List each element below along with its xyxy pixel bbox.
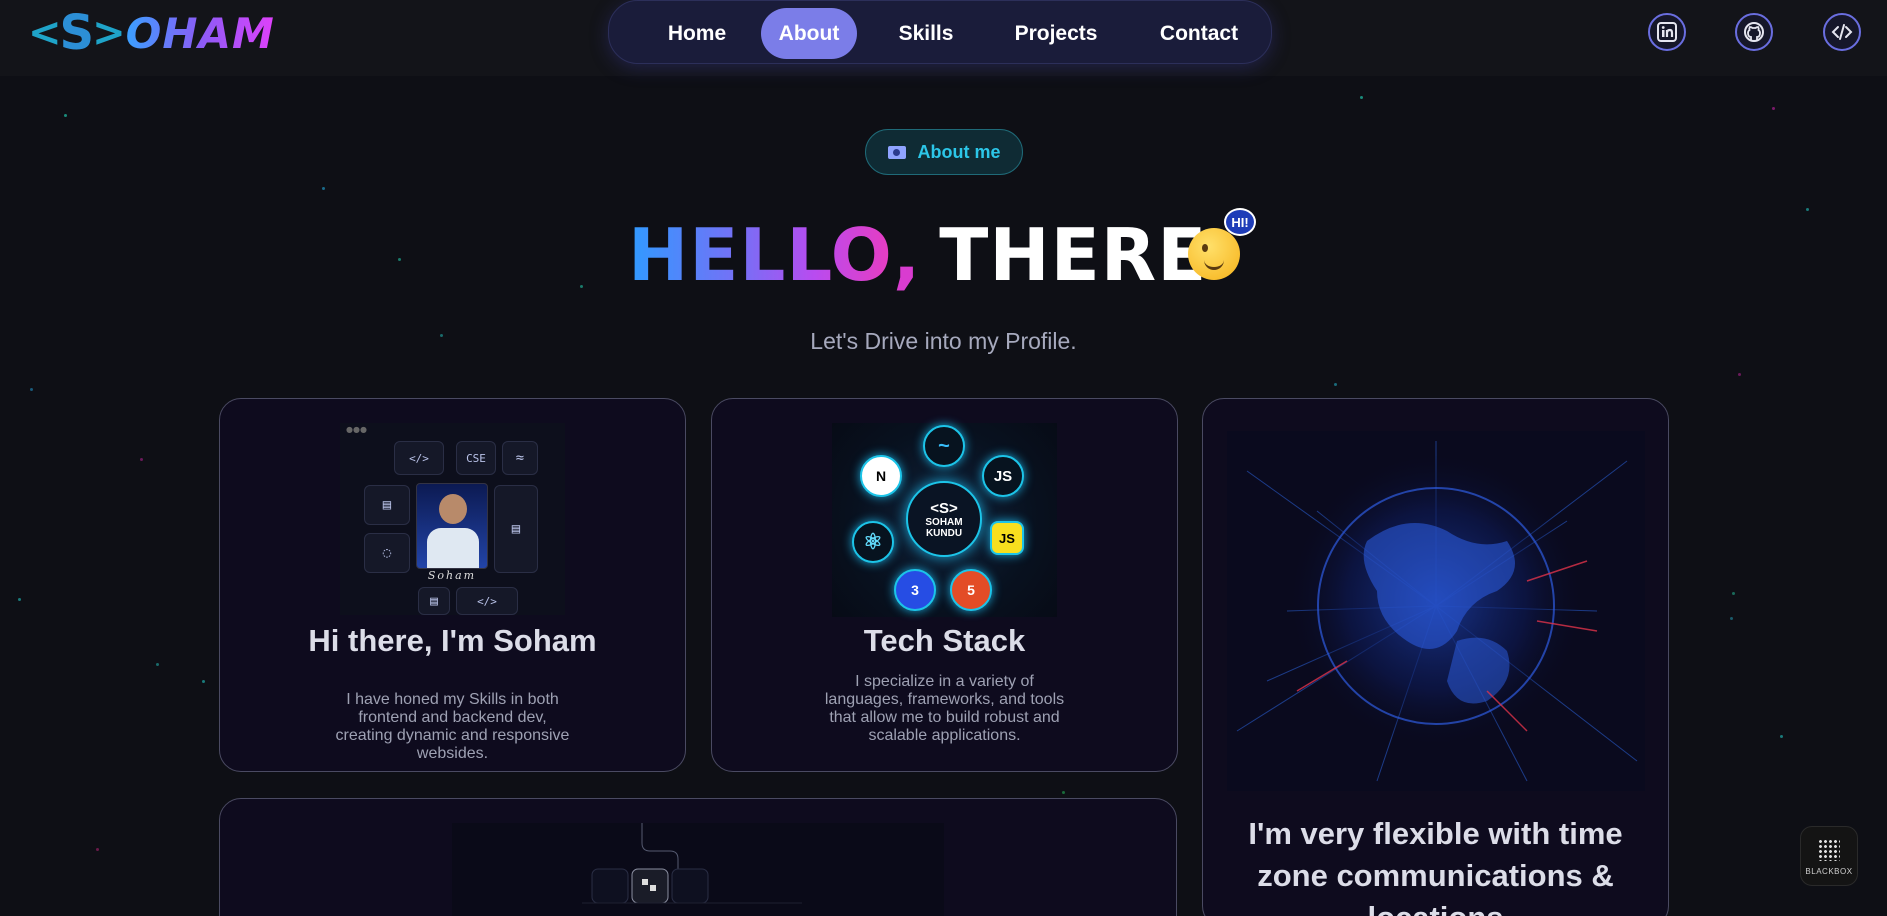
linkedin-icon (1657, 22, 1677, 42)
main-nav: Home About Skills Projects Contact (608, 0, 1272, 64)
site-header: < S > OHAM Home About Skills Projects Co… (0, 0, 1887, 76)
star (398, 258, 401, 261)
about-me-badge: About me (865, 129, 1023, 175)
nav-home[interactable]: Home (645, 8, 749, 59)
github-icon (1744, 22, 1764, 42)
react-icon: ⚛ (852, 521, 894, 563)
star (140, 458, 143, 461)
title-hello: HELLO (628, 213, 893, 297)
page-title: HELLO , THERE (628, 210, 1207, 300)
html5-icon: 5 (950, 569, 992, 611)
connections-image (452, 823, 944, 916)
star (96, 848, 99, 851)
code-icon (1831, 24, 1853, 40)
document-tile-icon: ▤ (494, 485, 538, 573)
star (64, 114, 67, 117)
connections-card (219, 798, 1177, 916)
globe-card-title: I'm very flexible with time zone communi… (1248, 816, 1623, 916)
css3-icon: 3 (894, 569, 936, 611)
nav-contact[interactable]: Contact (1137, 8, 1261, 59)
code-tile: </> (456, 587, 518, 615)
center-logo: <S> SOHAM KUNDU (906, 481, 982, 557)
title-comma: , (892, 213, 922, 297)
profile-photo (416, 483, 488, 569)
star (1806, 208, 1809, 211)
camera-icon (887, 145, 906, 159)
blackbox-widget-button[interactable]: BLACKBOX (1800, 826, 1858, 886)
star (1360, 96, 1363, 99)
intro-card-description: I have honed my Skills in both frontend … (335, 691, 570, 762)
center-logo-name: SOHAM KUNDU (925, 516, 963, 539)
logo-letter: S (59, 5, 95, 61)
wink-emoji-icon (1188, 228, 1240, 280)
star (1730, 617, 1733, 620)
logo-bracket-right: > (92, 10, 126, 56)
star (580, 285, 583, 288)
tailwind-icon: ~ (923, 425, 965, 467)
loading-tile-icon: ◌ (364, 533, 410, 573)
star (30, 388, 33, 391)
profile-collage-image: ●●● </> CSE ≈ ▤ ◌ ▤ Soham ▤ </> (340, 423, 565, 615)
star (1334, 383, 1337, 386)
shirt-shape (427, 528, 479, 568)
site-logo[interactable]: < S > OHAM (28, 5, 275, 61)
star (322, 187, 325, 190)
tech-stack-card-description: I specialize in a variety of languages, … (824, 673, 1065, 744)
intro-card-title: Hi there, I'm Soham (308, 623, 597, 658)
connections-graphic (582, 823, 802, 904)
blackbox-logo-icon (1818, 839, 1840, 861)
tech-stack-card: <S> SOHAM KUNDU ~ N JS ⚛ JS 3 5 Tech Sta… (711, 398, 1178, 772)
face-shape (439, 494, 467, 524)
nav-projects[interactable]: Projects (995, 8, 1117, 59)
star (202, 680, 205, 683)
window-dots-icon: ●●● (346, 425, 367, 434)
nextjs-icon: N (860, 455, 902, 497)
github-button[interactable] (1735, 13, 1773, 51)
star (18, 598, 21, 601)
linkedin-button[interactable] (1648, 13, 1686, 51)
page-subtitle: Let's Drive into my Profile. (810, 328, 1077, 354)
tech-stack-card-title: Tech Stack (863, 623, 1026, 658)
nav-skills[interactable]: Skills (877, 8, 975, 59)
about-me-label: About me (917, 141, 1001, 162)
document-tile-icon: ▤ (418, 587, 450, 615)
center-logo-mark: <S> (930, 499, 958, 517)
tech-stack-image: <S> SOHAM KUNDU ~ N JS ⚛ JS 3 5 (832, 423, 1057, 617)
cse-tile: CSE (456, 441, 496, 475)
nav-about[interactable]: About (761, 8, 857, 59)
title-there: THERE (939, 213, 1208, 297)
tailwind-tile-icon: ≈ (502, 441, 538, 475)
globe-image (1227, 431, 1645, 791)
globe-graphic (1227, 431, 1645, 791)
star (1780, 735, 1783, 738)
star (156, 663, 159, 666)
star (1772, 107, 1775, 110)
blackbox-label: BLACKBOX (1805, 867, 1853, 876)
document-tile-icon: ▤ (364, 485, 410, 525)
logo-text: OHAM (125, 8, 275, 58)
star (1738, 373, 1741, 376)
logo-bracket-left: < (28, 10, 62, 56)
js-icon: JS (982, 455, 1024, 497)
javascript-icon: JS (990, 521, 1024, 555)
name-tag: Soham (427, 569, 477, 582)
star (1732, 592, 1735, 595)
intro-card: ●●● </> CSE ≈ ▤ ◌ ▤ Soham ▤ </> Hi there… (219, 398, 686, 772)
code-tile: </> (394, 441, 444, 475)
portfolio-code-button[interactable] (1823, 13, 1861, 51)
hi-bubble: HI! (1224, 208, 1256, 236)
globe-card: I'm very flexible with time zone communi… (1202, 398, 1669, 916)
star (1062, 791, 1065, 794)
